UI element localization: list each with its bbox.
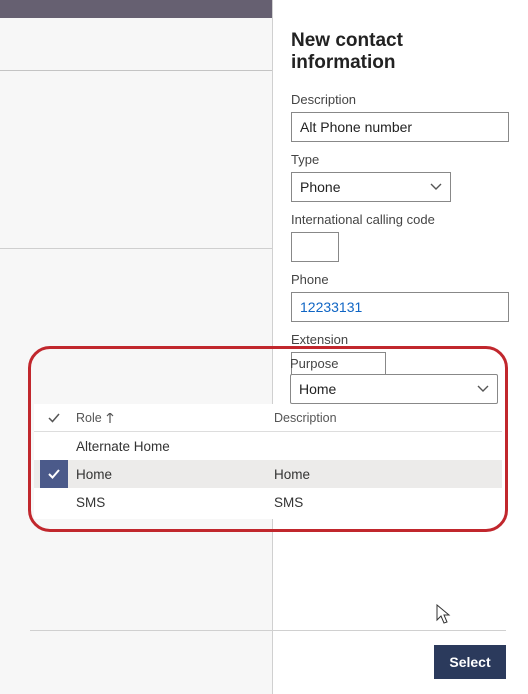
purpose-lookup-grid: Role Description Alternate HomeHomeHomeS… [34, 404, 502, 519]
row-role: Home [74, 467, 274, 482]
form-panel: New contact information Description Type… [272, 0, 528, 694]
sort-asc-icon [106, 413, 114, 423]
label-type: Type [291, 152, 510, 167]
type-select-value: Phone [300, 179, 340, 195]
label-purpose: Purpose [290, 356, 338, 371]
row-role: Alternate Home [74, 439, 274, 454]
header-checkmark-icon[interactable] [34, 412, 74, 424]
label-extension: Extension [291, 332, 510, 347]
label-phone: Phone [291, 272, 510, 287]
divider [0, 248, 272, 249]
column-header-description[interactable]: Description [274, 411, 502, 425]
phone-input[interactable] [291, 292, 509, 322]
lookup-row[interactable]: SMSSMS [34, 488, 502, 516]
type-select[interactable]: Phone [291, 172, 451, 202]
lookup-row[interactable]: HomeHome [34, 460, 502, 488]
column-header-role[interactable]: Role [74, 411, 274, 425]
label-description: Description [291, 92, 510, 107]
purpose-select[interactable]: Home [290, 374, 498, 404]
description-input[interactable] [291, 112, 509, 142]
divider [0, 70, 272, 71]
left-panel-header-bar [0, 0, 272, 18]
row-description: SMS [274, 495, 502, 510]
intl-code-input[interactable] [291, 232, 339, 262]
footer: Select [30, 630, 506, 680]
row-description: Home [274, 467, 502, 482]
checkmark-icon [40, 460, 68, 488]
row-check[interactable] [34, 460, 74, 488]
select-button[interactable]: Select [434, 645, 506, 679]
purpose-area: Purpose Home Role Description Alternate … [30, 356, 506, 524]
purpose-select-value: Home [299, 381, 336, 397]
row-role: SMS [74, 495, 274, 510]
chevron-down-icon [477, 383, 489, 395]
label-intl-code: International calling code [291, 212, 510, 227]
lookup-header: Role Description [34, 404, 502, 432]
left-panel [0, 0, 272, 694]
lookup-row[interactable]: Alternate Home [34, 432, 502, 460]
form-title: New contact information [291, 30, 510, 74]
chevron-down-icon [430, 181, 442, 193]
